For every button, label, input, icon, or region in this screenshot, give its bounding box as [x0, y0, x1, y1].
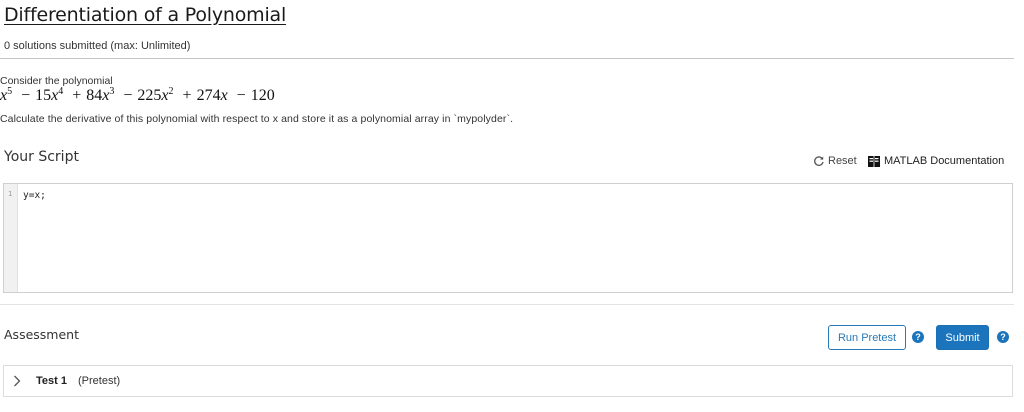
problem-instruction: Calculate the derivative of this polynom…	[0, 113, 514, 125]
test-name: Test 1	[36, 375, 67, 387]
poly-sign-3: +	[72, 87, 82, 104]
poly-term-5: 274x	[196, 87, 228, 104]
help-icon[interactable]: ?	[997, 331, 1009, 343]
matlab-documentation-link[interactable]: MATLAB Documentation	[868, 155, 1004, 167]
poly-sign-5: +	[182, 87, 192, 104]
assessment-heading: Assessment	[4, 327, 79, 342]
poly-term-6: 120	[250, 87, 275, 104]
book-icon	[868, 155, 880, 167]
docs-label: MATLAB Documentation	[884, 155, 1005, 167]
test-row[interactable]: Test 1 (Pretest)	[3, 365, 1013, 397]
poly-term-4: 225x2	[137, 86, 174, 105]
page-title: Differentiation of a Polynomial	[4, 4, 287, 26]
reset-label: Reset	[828, 155, 857, 167]
poly-term-2: 15x4	[35, 86, 64, 105]
submission-count: 0 solutions submitted (max: Unlimited)	[4, 40, 191, 52]
reset-button[interactable]: Reset	[813, 155, 857, 167]
chevron-right-icon	[14, 375, 21, 387]
poly-sign-6: −	[236, 87, 246, 104]
poly-sign-2: −	[21, 87, 31, 104]
code-editor[interactable]: 1 y=x;	[3, 183, 1013, 293]
polynomial-expression: x5 −15x4 +84x3 −225x2 +274x −120	[0, 87, 275, 105]
code-line[interactable]: y=x;	[23, 190, 46, 201]
script-heading: Your Script	[4, 149, 79, 165]
run-pretest-button[interactable]: Run Pretest	[828, 325, 906, 350]
reset-icon	[814, 156, 824, 166]
test-kind: (Pretest)	[78, 375, 121, 387]
poly-term-1: x5	[0, 86, 13, 105]
submit-button[interactable]: Submit	[936, 325, 989, 350]
line-number-gutter: 1	[4, 184, 18, 292]
help-icon[interactable]: ?	[912, 331, 924, 343]
poly-term-3: 84x3	[86, 86, 115, 105]
section-divider	[0, 304, 1014, 305]
header-divider	[0, 58, 1014, 59]
problem-intro: Consider the polynomial	[0, 75, 113, 87]
line-number: 1	[8, 190, 13, 198]
poly-sign-4: −	[123, 87, 133, 104]
